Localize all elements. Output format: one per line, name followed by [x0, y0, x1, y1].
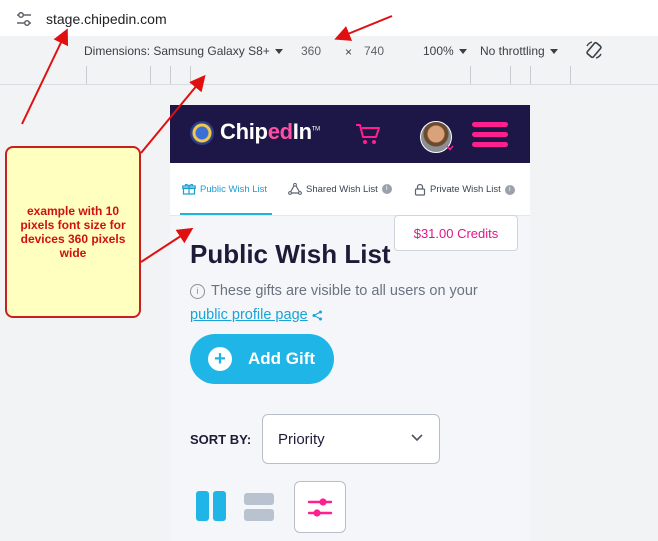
lock-icon — [414, 183, 426, 196]
chevron-down-icon — [549, 49, 558, 55]
logo-in-text: In — [292, 119, 312, 144]
omnibox[interactable]: stage.chipedin.com — [4, 2, 654, 32]
app-header: ChipedInTM — [170, 105, 530, 163]
chevron-down-icon[interactable] — [446, 145, 454, 151]
ruler-tick — [570, 66, 571, 84]
ruler-tick — [470, 66, 471, 84]
info-icon: i — [190, 283, 205, 299]
public-profile-link[interactable]: public profile page — [190, 307, 323, 323]
cart-icon[interactable] — [355, 122, 381, 146]
ruler-tick — [530, 66, 531, 84]
hamburger-menu-icon[interactable] — [472, 122, 508, 148]
add-gift-label: Add Gift — [248, 349, 316, 368]
zoom-label: 100% — [423, 44, 454, 58]
tab-shared-wish-list[interactable]: Shared Wish List i — [288, 183, 392, 195]
device-dimensions-label: Dimensions: Samsung Galaxy S8+ — [84, 44, 270, 58]
device-toolbar: Dimensions: Samsung Galaxy S8+ 360 × 740… — [0, 36, 658, 67]
plus-icon: + — [208, 347, 232, 371]
info-badge: i — [504, 184, 515, 195]
dimensions-times-sign: × — [345, 45, 353, 59]
tab-label: Public Wish List — [200, 183, 268, 195]
rotate-device-icon[interactable] — [584, 40, 604, 60]
visibility-info-text: These gifts are visible to all users on … — [211, 283, 478, 299]
page-title: Public Wish List — [190, 239, 391, 269]
share-group-icon — [288, 183, 302, 195]
credits-button[interactable]: $31.00 Credits — [394, 215, 518, 251]
throttling-dropdown[interactable]: No throttling — [480, 44, 558, 58]
throttling-label: No throttling — [480, 44, 545, 58]
annotation-callout: example with 10 pixels font size for dev… — [5, 146, 141, 318]
annotation-text: example with 10 pixels font size for dev… — [20, 204, 126, 260]
sort-select-value: Priority — [278, 431, 325, 448]
chevron-down-icon — [411, 434, 423, 442]
sort-by-label: SORT BY: — [190, 432, 252, 447]
public-profile-link-text[interactable]: public profile page — [190, 307, 308, 323]
logo-chip-text: Chip — [220, 119, 268, 144]
visibility-info: i These gifts are visible to all users o… — [190, 283, 478, 299]
ruler-tick — [510, 66, 511, 84]
tab-private-wish-list[interactable]: Private Wish List i — [414, 183, 515, 196]
tab-label: Private Wish List — [430, 184, 501, 195]
device-dimensions-dropdown[interactable]: Dimensions: Samsung Galaxy S8+ — [84, 44, 283, 58]
filter-button[interactable] — [294, 481, 346, 533]
ruler-tick — [150, 66, 151, 84]
zoom-dropdown[interactable]: 100% — [423, 44, 467, 58]
url-text[interactable]: stage.chipedin.com — [46, 11, 167, 27]
active-tab-indicator — [180, 213, 272, 215]
device-width-input[interactable]: 360 — [301, 44, 321, 58]
chipedin-logo[interactable]: ChipedInTM — [220, 119, 320, 145]
list-view-icon[interactable] — [244, 493, 274, 521]
sort-select[interactable]: Priority — [262, 414, 440, 464]
tab-public-wish-list[interactable]: Public Wish List — [182, 183, 267, 195]
logo-ed-text: ed — [267, 119, 293, 144]
gift-icon — [182, 183, 196, 195]
grid-view-icon[interactable] — [196, 491, 226, 521]
sliders-icon — [307, 498, 333, 517]
chipedin-logo-icon[interactable] — [190, 121, 214, 145]
share-icon[interactable] — [312, 310, 323, 321]
phone-viewport: ChipedInTM Public Wish List Shared Wish … — [170, 105, 530, 541]
tab-label: Shared Wish List — [306, 183, 378, 195]
info-badge: i — [381, 184, 392, 194]
add-gift-button[interactable]: + Add Gift — [190, 334, 334, 384]
browser-address-bar: stage.chipedin.com — [0, 0, 658, 36]
wishlist-tabs: Public Wish List Shared Wish List i Priv… — [170, 163, 530, 216]
ruler-tick — [170, 66, 171, 84]
media-query-ruler[interactable] — [0, 66, 658, 85]
chevron-down-icon — [274, 49, 283, 55]
chevron-down-icon — [458, 49, 467, 55]
ruler-tick — [86, 66, 87, 84]
site-settings-icon[interactable] — [16, 12, 32, 26]
ruler-tick — [190, 66, 191, 84]
device-height-input[interactable]: 740 — [364, 44, 384, 58]
